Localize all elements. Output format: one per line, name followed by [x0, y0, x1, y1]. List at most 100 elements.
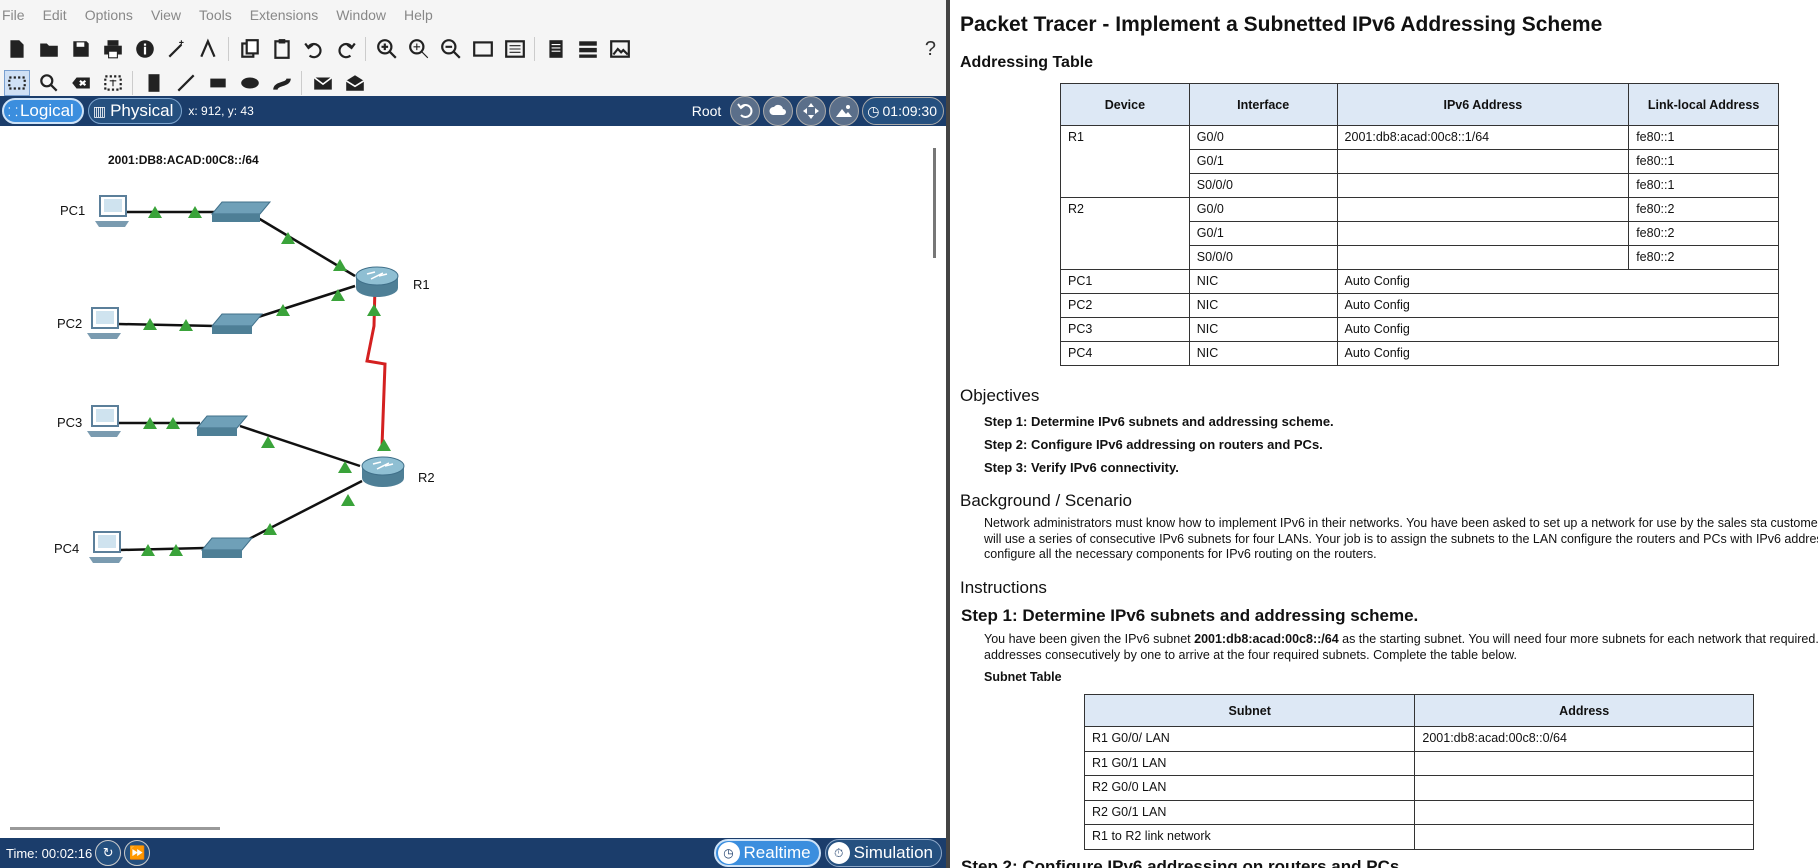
device-label-pc3[interactable]: PC3 — [57, 415, 83, 430]
table-row: S0/0/0 fe80::2 — [1060, 245, 1779, 270]
link-pc2-sw2 — [117, 322, 216, 328]
cell-ipv6: Auto Config — [1336, 293, 1780, 318]
cell-ipv6 — [1336, 149, 1630, 174]
device-label-r2[interactable]: R2 — [418, 470, 435, 485]
select-icon[interactable] — [4, 70, 30, 96]
table-row: G0/1 fe80::2 — [1060, 221, 1779, 246]
table-row: R2 G0/1 LAN — [1083, 799, 1754, 825]
delete-icon[interactable] — [68, 70, 94, 96]
complex-pdu-icon[interactable] — [342, 70, 368, 96]
doc-title: Packet Tracer - Implement a Subnetted IP… — [960, 13, 1603, 36]
device-list-icon[interactable] — [575, 36, 601, 62]
instructions-heading: Instructions — [960, 578, 1047, 597]
zoom-in-icon[interactable] — [374, 36, 400, 62]
sim-time: Time: 00:02:16 — [6, 845, 93, 861]
palette-icon[interactable] — [502, 36, 528, 62]
landscape-icon — [836, 105, 853, 117]
fast-forward-button[interactable]: ⏩ — [124, 840, 151, 866]
cell-device — [1060, 173, 1190, 198]
logical-workspace[interactable]: 2001:DB8:ACAD:00C8::/64 PC1 PC2 PC3 PC4 … — [0, 126, 936, 826]
custom-device-icon[interactable] — [196, 36, 222, 62]
network-note[interactable]: 2001:DB8:ACAD:00C8::/64 — [108, 153, 259, 167]
device-label-r1[interactable]: R1 — [413, 277, 430, 292]
clock-display: ◷ 01:09:30 — [862, 97, 944, 125]
cell-address — [1414, 750, 1754, 776]
image-icon[interactable] — [607, 36, 633, 62]
back-button[interactable] — [730, 96, 761, 126]
cell-interface: G0/1 — [1188, 149, 1338, 174]
status-bar: Time: 00:02:16 ↻ ⏩ ◷ Realtime ⏱ Simulati… — [0, 838, 946, 868]
stopwatch-icon: ⏱ — [827, 842, 850, 864]
cursor-coords: x: 912, y: 43 — [188, 104, 254, 118]
table-header: Link-local Address — [1628, 83, 1779, 126]
draw-rectangle-icon[interactable] — [205, 70, 231, 96]
open-folder-icon[interactable] — [36, 36, 62, 62]
wizard-icon[interactable] — [164, 36, 190, 62]
menu-file[interactable]: File — [2, 7, 25, 23]
tab-physical[interactable]: ▥ Physical — [87, 98, 183, 124]
new-file-icon[interactable] — [4, 36, 30, 62]
freeform-icon[interactable] — [269, 70, 295, 96]
menu-window[interactable]: Window — [336, 7, 386, 23]
cell-link-local: fe80::1 — [1628, 125, 1779, 150]
cell-interface: S0/0/0 — [1188, 173, 1338, 198]
window-icon[interactable] — [470, 36, 496, 62]
undo-icon[interactable] — [301, 36, 327, 62]
root-label[interactable]: Root — [692, 103, 722, 119]
draw-line-icon[interactable] — [173, 70, 199, 96]
subnet-table-label: Subnet Table — [984, 670, 1062, 684]
table-header-row: Subnet Address — [1083, 694, 1754, 727]
menu-tools[interactable]: Tools — [199, 7, 232, 23]
switch-icon — [200, 537, 254, 558]
menu-edit[interactable]: Edit — [43, 7, 67, 23]
realtime-label: Realtime — [743, 843, 811, 862]
cluster-button[interactable] — [763, 96, 794, 126]
main-toolbar: ? — [0, 30, 948, 68]
cell-subnet: R1 G0/0/ LAN — [1083, 726, 1416, 752]
cell-interface: G0/0 — [1188, 197, 1338, 222]
copy-icon[interactable] — [237, 36, 263, 62]
vertical-scrollbar[interactable] — [933, 148, 936, 258]
paste-icon[interactable] — [269, 36, 295, 62]
info-icon[interactable] — [132, 36, 158, 62]
router-icon — [361, 456, 405, 487]
help-icon[interactable]: ? — [925, 38, 936, 61]
inspect-icon[interactable] — [36, 70, 62, 96]
redo-icon[interactable] — [333, 36, 359, 62]
device-label-pc2[interactable]: PC2 — [57, 316, 83, 331]
zoom-out-icon[interactable] — [438, 36, 464, 62]
menu-help[interactable]: Help — [404, 7, 433, 23]
cell-interface: G0/0 — [1188, 125, 1338, 150]
print-icon[interactable] — [100, 36, 126, 62]
device-label-pc4[interactable]: PC4 — [54, 541, 80, 556]
cell-link-local: fe80::2 — [1628, 221, 1779, 246]
simulation-mode-button[interactable]: ⏱ Simulation — [824, 839, 942, 867]
device-label-pc1[interactable]: PC1 — [60, 203, 86, 218]
horizontal-scrollbar[interactable] — [10, 827, 220, 830]
simple-pdu-icon[interactable] — [310, 70, 336, 96]
cell-interface: G0/1 — [1188, 221, 1338, 246]
menu-options[interactable]: Options — [85, 7, 133, 23]
realtime-mode-button[interactable]: ◷ Realtime — [713, 839, 821, 867]
table-row: PC3 NIC Auto Config — [1060, 317, 1780, 342]
tab-logical[interactable]: ⸬ Logical — [2, 98, 84, 124]
resize-icon[interactable] — [100, 70, 126, 96]
zoom-reset-icon[interactable] — [406, 36, 432, 62]
menu-extensions[interactable]: Extensions — [250, 7, 318, 23]
draw-ellipse-icon[interactable] — [237, 70, 263, 96]
move-button[interactable] — [796, 96, 827, 126]
save-icon[interactable] — [68, 36, 94, 62]
step2-heading: Step 2: Configure IPv6 addressing on rou… — [961, 857, 1405, 868]
cell-ipv6 — [1336, 245, 1630, 270]
cell-device — [1060, 149, 1190, 174]
background-button[interactable] — [829, 96, 860, 126]
menu-view[interactable]: View — [151, 7, 181, 23]
pc-icon — [89, 531, 123, 563]
power-cycle-button[interactable]: ↻ — [95, 840, 122, 866]
notes-icon[interactable] — [543, 36, 569, 62]
router-icon — [355, 266, 399, 297]
cell-ipv6: 2001:db8:acad:00c8::1/64 — [1336, 125, 1630, 150]
table-row: PC4 NIC Auto Config — [1060, 341, 1780, 366]
note-icon[interactable] — [141, 70, 167, 96]
cell-device — [1060, 245, 1190, 270]
